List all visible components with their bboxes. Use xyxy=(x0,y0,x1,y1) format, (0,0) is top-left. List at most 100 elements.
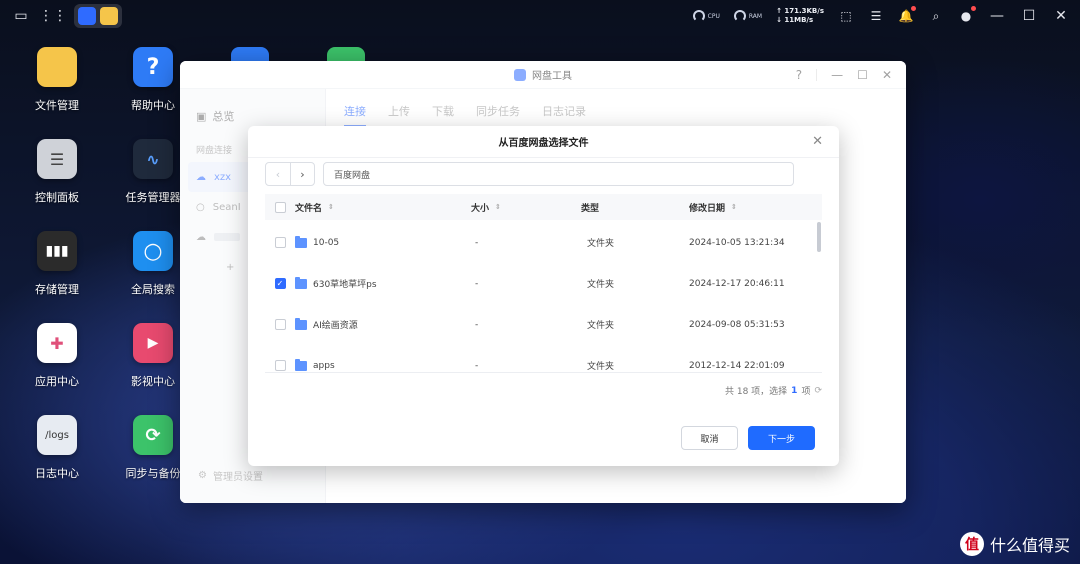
sort-icon: ⇕ xyxy=(328,203,334,211)
table-row[interactable]: ✓ 630草地草坪ps - 文件夹 2024-12-17 20:46:11 xyxy=(265,263,822,304)
folder-icon xyxy=(295,358,307,371)
apps-icon: ✚ xyxy=(37,323,77,363)
table-header: 文件名 ⇕ 大小 ⇕ 类型 修改日期 ⇕ xyxy=(265,194,822,220)
select-all-checkbox[interactable] xyxy=(274,201,286,213)
close-icon[interactable]: ✕ xyxy=(1052,8,1070,24)
file-date: 2024-09-08 05:31:53 xyxy=(689,319,785,330)
desktop-icon-label: 应用中心 xyxy=(35,375,79,388)
dialog-title: 从百度网盘选择文件 xyxy=(498,138,589,149)
file-type: 文件夹 xyxy=(587,362,615,372)
path-bar: ‹ › 百度网盘 xyxy=(265,162,794,186)
folder-icon xyxy=(295,235,307,248)
desktop-icon-app-center[interactable]: ✚ 应用中心 xyxy=(12,323,102,389)
path-input[interactable]: 百度网盘 xyxy=(323,162,794,186)
file-name: 630草地草坪ps xyxy=(313,280,377,290)
search-icon[interactable]: ⌕ xyxy=(928,8,944,24)
selection-summary: 共 18 项，选择 1 项 ⟳ xyxy=(724,384,822,398)
back-button[interactable]: ‹ xyxy=(266,163,290,185)
row-checkbox[interactable] xyxy=(274,237,286,248)
file-type: 文件夹 xyxy=(587,321,615,331)
desktop-icon-file-manager[interactable]: 文件管理 xyxy=(12,47,102,113)
minimize-icon[interactable]: — xyxy=(988,8,1006,24)
row-checkbox[interactable] xyxy=(274,319,286,330)
desktop-icon-label: 存储管理 xyxy=(35,283,79,296)
refresh-icon[interactable]: ⟳ xyxy=(814,386,822,396)
cancel-button[interactable]: 取消 xyxy=(681,426,738,450)
file-type: 文件夹 xyxy=(587,280,615,290)
cpu-meter[interactable]: CPU xyxy=(692,10,720,22)
desktop-icon-label: 日志中心 xyxy=(35,467,79,480)
table-row[interactable]: apps - 文件夹 2012-12-14 22:01:09 xyxy=(265,345,822,372)
desktop-icon-label: 帮助中心 xyxy=(131,99,175,112)
show-desktop-icon[interactable]: ▭ xyxy=(10,5,32,27)
row-checkbox[interactable] xyxy=(274,360,286,371)
maximize-icon[interactable]: ☐ xyxy=(1020,8,1038,24)
app-grid-icon[interactable]: ⋮⋮ xyxy=(39,5,67,27)
column-size[interactable]: 大小 ⇕ xyxy=(471,201,581,214)
dialog-header: 从百度网盘选择文件 ✕ xyxy=(248,126,839,158)
desktop-icon-label: 文件管理 xyxy=(35,99,79,112)
selected-count: 1 xyxy=(791,385,798,396)
column-label: 类型 xyxy=(581,203,600,214)
folder-icon xyxy=(295,276,307,289)
desktop-icon-label: 任务管理器 xyxy=(125,191,181,204)
watermark: 值 什么值得买 xyxy=(959,532,1070,556)
file-type: 文件夹 xyxy=(587,239,615,249)
summary-prefix: 共 18 项，选择 xyxy=(724,387,788,397)
task-list-icon[interactable]: ☰ xyxy=(868,8,884,24)
pinned-file-manager-icon[interactable] xyxy=(100,7,118,25)
column-label: 修改日期 xyxy=(689,203,726,214)
file-date: 2012-12-14 22:01:09 xyxy=(689,360,785,371)
play-icon: ▶ xyxy=(133,323,173,363)
next-button[interactable]: 下一步 xyxy=(748,426,815,450)
column-label: 文件名 xyxy=(295,203,323,214)
chart-icon: ∿ xyxy=(133,139,173,179)
desktop-icon-label: 控制面板 xyxy=(35,191,79,204)
file-size: - xyxy=(475,278,479,289)
hidden-app-icon[interactable] xyxy=(327,47,365,61)
watermark-text: 什么值得买 xyxy=(989,536,1070,555)
desktop-icon-log-center[interactable]: /logs 日志中心 xyxy=(12,415,102,481)
forward-button[interactable]: › xyxy=(290,163,314,185)
file-size: - xyxy=(475,319,479,330)
desktop-icon-label: 全局搜索 xyxy=(131,283,175,296)
hidden-app-icon[interactable] xyxy=(231,47,269,61)
sort-icon: ⇕ xyxy=(495,203,501,211)
account-icon[interactable]: ● xyxy=(958,6,976,24)
summary-suffix: 项 xyxy=(801,387,811,397)
ram-meter[interactable]: RAM xyxy=(733,10,762,22)
help-icon: ? xyxy=(133,47,173,87)
file-size: - xyxy=(475,237,479,248)
user-badge-icon[interactable]: ⬚ xyxy=(838,8,854,24)
file-name: 10-05 xyxy=(313,237,340,248)
logs-icon: /logs xyxy=(37,415,77,455)
folder-icon xyxy=(295,317,307,330)
file-size: - xyxy=(475,360,479,371)
list-scrollbar[interactable] xyxy=(817,222,821,252)
desktop-icon-label: 影视中心 xyxy=(131,375,175,388)
select-file-dialog: 从百度网盘选择文件 ✕ ‹ › 百度网盘 文件名 ⇕ 大小 ⇕ 类型 修改日期 ⇕ 1… xyxy=(248,126,839,466)
folder-icon xyxy=(37,47,77,87)
desktop-icon-storage[interactable]: ▮▮▮ 存储管理 xyxy=(12,231,102,297)
net-upload: ↑ 171.3KB/s xyxy=(776,7,824,15)
sliders-icon: ☰ xyxy=(37,139,77,179)
net-download: ↓ 11MB/s xyxy=(776,16,814,24)
column-date[interactable]: 修改日期 ⇕ xyxy=(689,201,822,214)
bell-icon[interactable]: 🔔 xyxy=(898,6,916,24)
column-name[interactable]: 文件名 ⇕ xyxy=(295,201,471,214)
desktop-icon-control-panel[interactable]: ☰ 控制面板 xyxy=(12,139,102,205)
row-checkbox[interactable]: ✓ xyxy=(274,278,286,289)
pinned-netdisk-tool-icon[interactable] xyxy=(78,7,96,25)
close-icon[interactable]: ✕ xyxy=(812,134,823,149)
top-bar: ▭ ⋮⋮ CPU RAM ↑ 171.3KB/s ↓ 11MB/s ⬚ ☰ 🔔 … xyxy=(0,0,1080,32)
table-row[interactable]: 10-05 - 文件夹 2024-10-05 13:21:34 xyxy=(265,222,822,263)
divider xyxy=(265,372,822,373)
file-name: AI绘画资源 xyxy=(313,321,358,331)
pinned-apps xyxy=(74,4,122,28)
disk-icon: ▮▮▮ xyxy=(37,231,77,271)
table-row[interactable]: AI绘画资源 - 文件夹 2024-09-08 05:31:53 xyxy=(265,304,822,345)
network-speed[interactable]: ↑ 171.3KB/s ↓ 11MB/s xyxy=(776,7,824,25)
file-date: 2024-10-05 13:21:34 xyxy=(689,237,785,248)
cpu-label: CPU xyxy=(707,12,720,20)
watermark-logo: 值 xyxy=(959,532,984,556)
